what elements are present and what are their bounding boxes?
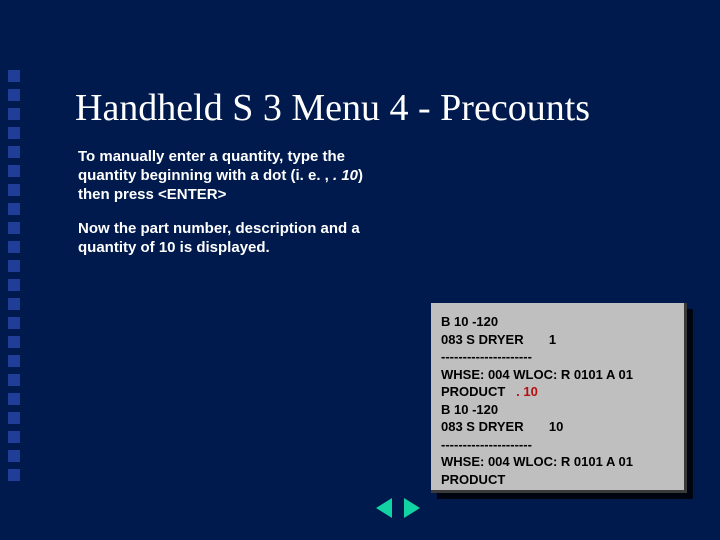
nav-arrows [376, 498, 420, 518]
terminal-panel: B 10 -120 083 S DRYER 1 ----------------… [431, 303, 687, 493]
terminal-line: 083 S DRYER 10 [441, 418, 674, 436]
body-text-block: To manually enter a quantity, type the q… [78, 148, 378, 258]
terminal-line: PRODUCT [441, 471, 674, 489]
terminal-line: 083 S DRYER 1 [441, 331, 674, 349]
terminal-line: WHSE: 004 WLOC: R 0101 A 01 [441, 366, 674, 384]
prev-slide-icon[interactable] [376, 498, 392, 518]
terminal-line: --------------------- [441, 436, 674, 454]
next-slide-icon[interactable] [404, 498, 420, 518]
slide-title: Handheld S 3 Menu 4 - Precounts [75, 86, 590, 130]
terminal-line: WHSE: 004 WLOC: R 0101 A 01 [441, 453, 674, 471]
body-p2: Now the part number, description and a q… [78, 220, 378, 258]
terminal-line: B 10 -120 [441, 313, 674, 331]
terminal-input-value: . 10 [516, 384, 538, 399]
body-p1-emphasis: . 10 [333, 167, 358, 184]
body-p1-a: To manually enter a quantity, type the q… [78, 148, 345, 184]
terminal-line: PRODUCT . 10 [441, 383, 674, 401]
terminal-line: --------------------- [441, 348, 674, 366]
terminal-line: B 10 -120 [441, 401, 674, 419]
decorative-square-column [8, 70, 22, 481]
